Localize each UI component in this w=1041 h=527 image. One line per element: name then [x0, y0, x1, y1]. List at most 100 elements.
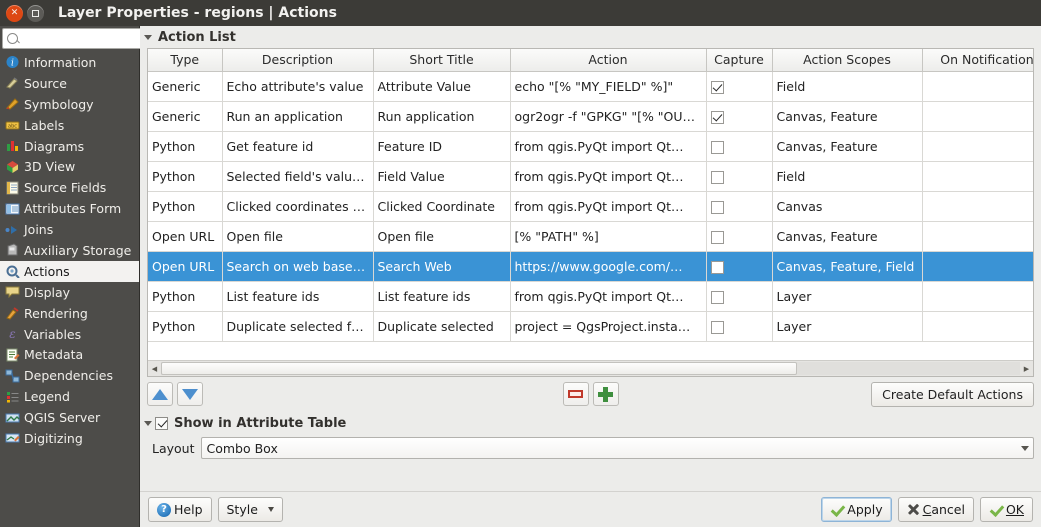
cell-description[interactable]: Open file [222, 221, 373, 251]
sidebar-item-diagrams[interactable]: Diagrams [0, 136, 139, 157]
cancel-button[interactable]: Cancel [898, 497, 974, 522]
apply-button[interactable]: Apply [821, 497, 891, 522]
cell-action[interactable]: from qgis.PyQt import Qt… [510, 281, 706, 311]
scroll-left-icon[interactable]: ◀ [148, 362, 161, 375]
cell-action[interactable]: https://www.google.com/… [510, 251, 706, 281]
cell-action[interactable]: echo "[% "MY_FIELD" %]" [510, 71, 706, 101]
table-row[interactable]: Open URLSearch on web base…Search Webhtt… [148, 251, 1034, 281]
cell-type[interactable]: Generic [148, 101, 222, 131]
sidebar-item-attributes-form[interactable]: Attributes Form [0, 198, 139, 219]
column-header-capture[interactable]: Capture [706, 49, 772, 71]
add-action-button[interactable] [593, 382, 619, 406]
capture-checkbox[interactable] [711, 231, 724, 244]
capture-checkbox[interactable] [711, 141, 724, 154]
scrollbar-track[interactable] [161, 362, 1020, 375]
maximize-icon[interactable] [27, 5, 44, 22]
table-row[interactable]: PythonList feature idsList feature idsfr… [148, 281, 1034, 311]
sidebar-item-symbology[interactable]: Symbology [0, 94, 139, 115]
cell-short-title[interactable]: Feature ID [373, 131, 510, 161]
cell-action-scopes[interactable]: Layer [772, 281, 922, 311]
ok-button[interactable]: OK [980, 497, 1033, 522]
cell-on-notification[interactable] [922, 161, 1034, 191]
create-default-actions-button[interactable]: Create Default Actions [871, 382, 1034, 407]
sidebar-item-source-fields[interactable]: Source Fields [0, 177, 139, 198]
cell-on-notification[interactable] [922, 131, 1034, 161]
sidebar-item-metadata[interactable]: Metadata [0, 344, 139, 365]
cell-action-scopes[interactable]: Canvas, Feature [772, 101, 922, 131]
cell-type[interactable]: Python [148, 131, 222, 161]
table-row[interactable]: GenericRun an applicationRun application… [148, 101, 1034, 131]
cell-type[interactable]: Python [148, 191, 222, 221]
capture-checkbox[interactable] [711, 81, 724, 94]
capture-checkbox[interactable] [711, 261, 724, 274]
sidebar-item-legend[interactable]: Legend [0, 386, 139, 407]
cell-action[interactable]: project = QgsProject.insta… [510, 311, 706, 341]
cell-description[interactable]: Run an application [222, 101, 373, 131]
sidebar-item-information[interactable]: iInformation [0, 52, 139, 73]
style-button[interactable]: Style [218, 497, 283, 522]
table-row[interactable]: PythonDuplicate selected f…Duplicate sel… [148, 311, 1034, 341]
cell-action-scopes[interactable]: Canvas [772, 191, 922, 221]
cell-on-notification[interactable] [922, 311, 1034, 341]
sidebar-item-dependencies[interactable]: Dependencies [0, 365, 139, 386]
column-header-type[interactable]: Type [148, 49, 222, 71]
capture-checkbox[interactable] [711, 111, 724, 124]
cell-short-title[interactable]: Duplicate selected [373, 311, 510, 341]
cell-action-scopes[interactable]: Field [772, 161, 922, 191]
cell-on-notification[interactable] [922, 101, 1034, 131]
capture-checkbox[interactable] [711, 201, 724, 214]
cell-on-notification[interactable] [922, 191, 1034, 221]
column-header-description[interactable]: Description [222, 49, 373, 71]
column-header-action-scopes[interactable]: Action Scopes [772, 49, 922, 71]
cell-action[interactable]: from qgis.PyQt import Qt… [510, 131, 706, 161]
sidebar-item-digitizing[interactable]: Digitizing [0, 428, 139, 449]
cell-type[interactable]: Python [148, 281, 222, 311]
chevron-down-icon-style[interactable] [268, 507, 274, 512]
table-row[interactable]: PythonGet feature idFeature IDfrom qgis.… [148, 131, 1034, 161]
cell-capture[interactable] [706, 281, 772, 311]
cell-capture[interactable] [706, 251, 772, 281]
sidebar-item-labels[interactable]: abcLabels [0, 115, 139, 136]
cell-description[interactable]: List feature ids [222, 281, 373, 311]
cell-type[interactable]: Generic [148, 71, 222, 101]
move-down-button[interactable] [177, 382, 203, 406]
cell-description[interactable]: Search on web base… [222, 251, 373, 281]
sidebar-item-variables[interactable]: εVariables [0, 324, 139, 345]
cell-capture[interactable] [706, 221, 772, 251]
cell-on-notification[interactable] [922, 251, 1034, 281]
cell-action[interactable]: from qgis.PyQt import Qt… [510, 161, 706, 191]
show-in-attribute-table-row[interactable]: Show in Attribute Table [140, 411, 1041, 435]
sidebar-item-rendering[interactable]: Rendering [0, 303, 139, 324]
cell-short-title[interactable]: Run application [373, 101, 510, 131]
sidebar-item-qgis-server[interactable]: QGIS Server [0, 407, 139, 428]
cell-capture[interactable] [706, 101, 772, 131]
table-row[interactable]: PythonClicked coordinates …Clicked Coord… [148, 191, 1034, 221]
remove-action-button[interactable] [563, 382, 589, 406]
cell-action-scopes[interactable]: Canvas, Feature [772, 221, 922, 251]
table-row[interactable]: PythonSelected field's valu…Field Valuef… [148, 161, 1034, 191]
cell-action-scopes[interactable]: Canvas, Feature [772, 131, 922, 161]
cell-type[interactable]: Python [148, 311, 222, 341]
cell-on-notification[interactable] [922, 221, 1034, 251]
scrollbar-thumb[interactable] [161, 362, 797, 375]
cell-description[interactable]: Echo attribute's value [222, 71, 373, 101]
cell-capture[interactable] [706, 131, 772, 161]
cell-action-scopes[interactable]: Field [772, 71, 922, 101]
cell-short-title[interactable]: Search Web [373, 251, 510, 281]
cell-on-notification[interactable] [922, 281, 1034, 311]
cell-on-notification[interactable] [922, 71, 1034, 101]
table-row[interactable]: GenericEcho attribute's valueAttribute V… [148, 71, 1034, 101]
cell-short-title[interactable]: Attribute Value [373, 71, 510, 101]
cell-type[interactable]: Open URL [148, 221, 222, 251]
cell-action-scopes[interactable]: Canvas, Feature, Field [772, 251, 922, 281]
action-list-group-header[interactable]: Action List [140, 26, 1041, 48]
collapse-triangle-icon-2[interactable] [144, 421, 152, 426]
move-up-button[interactable] [147, 382, 173, 406]
cell-capture[interactable] [706, 161, 772, 191]
help-button[interactable]: ? Help [148, 497, 212, 522]
close-icon[interactable]: ✕ [6, 5, 23, 22]
capture-checkbox[interactable] [711, 291, 724, 304]
sidebar-item-actions[interactable]: Actions [0, 261, 139, 282]
capture-checkbox[interactable] [711, 321, 724, 334]
sidebar-item-joins[interactable]: Joins [0, 219, 139, 240]
